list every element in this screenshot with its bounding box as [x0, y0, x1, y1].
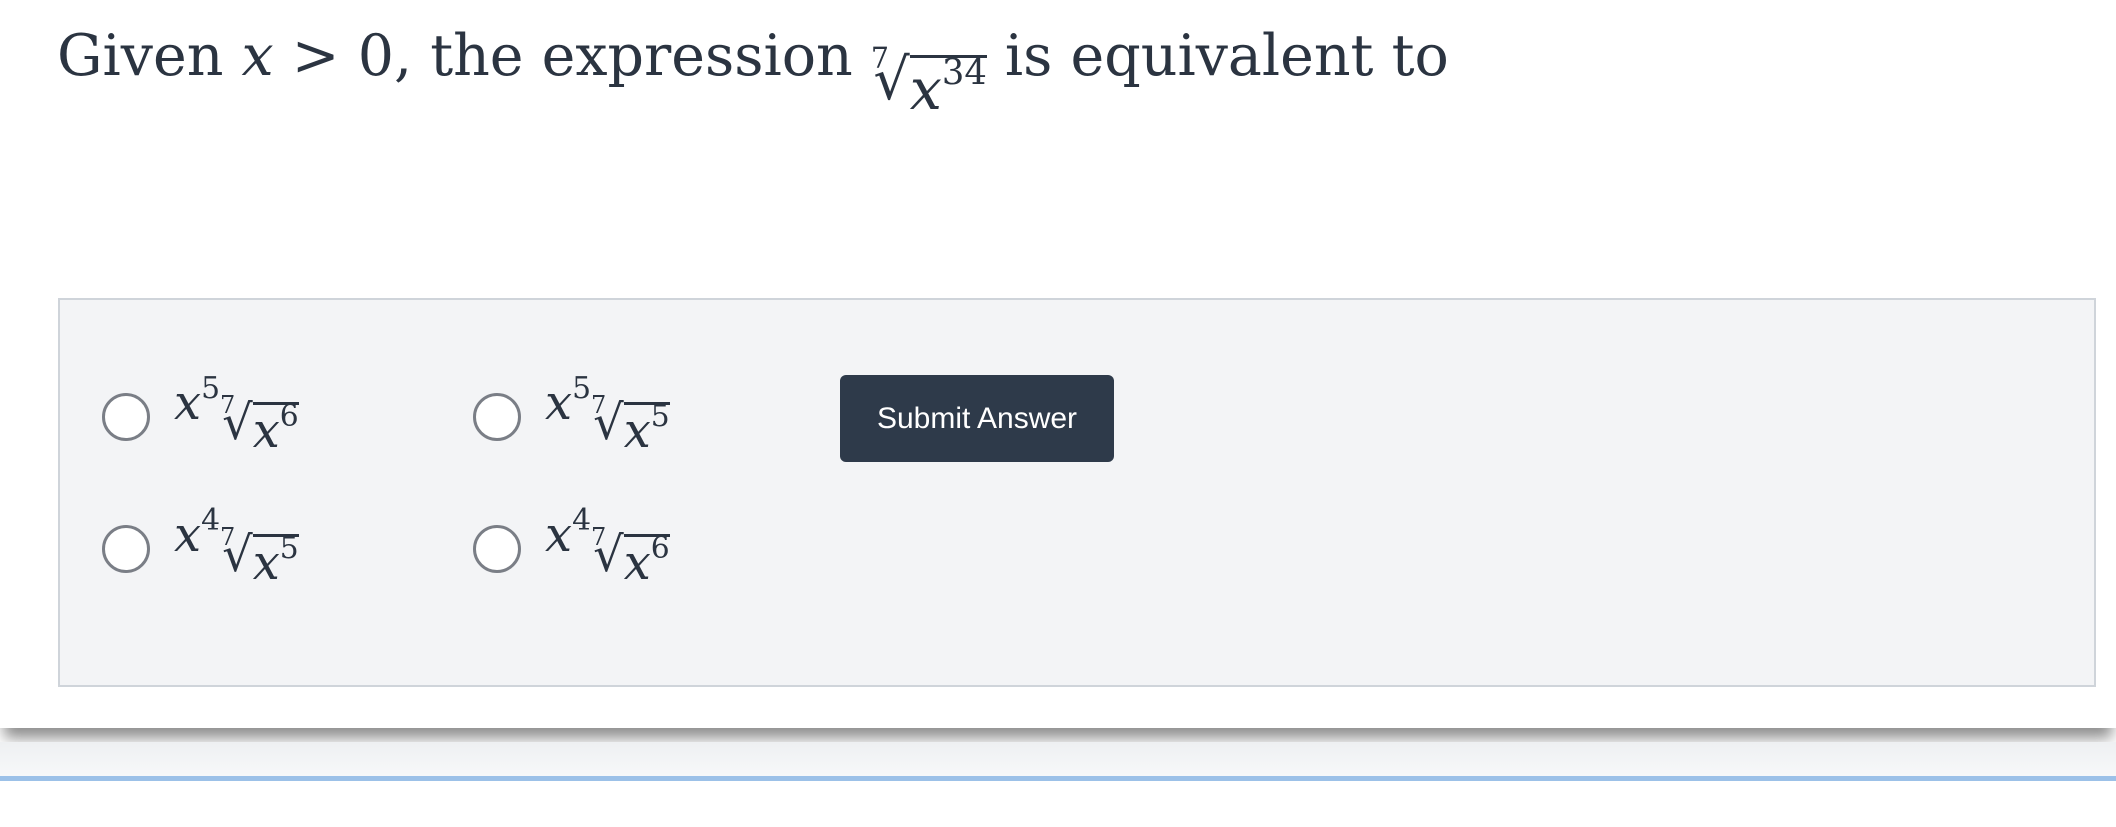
answer-option-3[interactable]: x4 7 √ x5	[102, 505, 299, 587]
radio-button[interactable]	[473, 524, 521, 573]
radicand-base: x	[252, 403, 280, 460]
option-label: x4 7 √ x6	[545, 505, 670, 587]
root-index: 7	[591, 523, 607, 551]
question-radical: 7 √ x34	[871, 44, 987, 119]
radicand-base: x	[252, 535, 280, 592]
radicand-base: x	[623, 535, 651, 592]
coefficient-base: x	[174, 507, 202, 563]
radicand: x6	[252, 398, 299, 455]
root-index: 7	[591, 391, 607, 419]
radicand-exponent: 6	[650, 530, 670, 566]
question-base: x	[909, 57, 942, 124]
option-radical: 7 √ x5	[591, 393, 670, 455]
page-divider-line	[0, 776, 2116, 781]
radio-button[interactable]	[102, 392, 150, 441]
option-radical: 7 √ x6	[591, 525, 670, 587]
radio-button[interactable]	[102, 524, 150, 573]
question-root-index: 7	[870, 41, 890, 75]
radicand: x6	[623, 530, 670, 587]
submit-answer-button[interactable]: Submit Answer	[840, 375, 1114, 462]
coefficient-exponent: 4	[201, 502, 221, 538]
coefficient-base: x	[545, 507, 573, 563]
question-variable: x	[241, 23, 274, 89]
question-middle: , the expression	[393, 23, 871, 89]
coefficient-base: x	[174, 375, 202, 431]
question-exponent: 34	[941, 51, 987, 93]
option-label: x5 7 √ x5	[545, 373, 670, 455]
answer-option-2[interactable]: x5 7 √ x5	[473, 373, 670, 455]
page-background-strip	[0, 742, 2116, 776]
coefficient-exponent: 5	[201, 370, 221, 406]
question-card: Given x > 0, the expression 7 √ x34 is equ…	[0, 0, 2116, 728]
root-index: 7	[220, 523, 236, 551]
question-lead: Given	[57, 23, 242, 89]
radicand-exponent: 5	[279, 530, 299, 566]
radicand: x5	[623, 398, 670, 455]
option-radical: 7 √ x5	[220, 525, 299, 587]
question-tail: is equivalent to	[986, 23, 1449, 89]
root-index: 7	[220, 391, 236, 419]
option-label: x5 7 √ x6	[174, 373, 299, 455]
option-radical: 7 √ x6	[220, 393, 299, 455]
question-zero: 0	[357, 23, 394, 89]
coefficient-exponent: 5	[572, 370, 592, 406]
answer-option-1[interactable]: x5 7 √ x6	[102, 373, 299, 455]
radicand-base: x	[623, 403, 651, 460]
answer-panel: x5 7 √ x6 x5 7 √ x5 x4 7 √ x5 x4 7 √ x6 Submit Answe…	[58, 298, 2096, 687]
radicand-exponent: 5	[650, 398, 670, 434]
answer-option-4[interactable]: x4 7 √ x6	[473, 505, 670, 587]
coefficient-exponent: 4	[572, 502, 592, 538]
radio-button[interactable]	[473, 392, 521, 441]
question-radicand: x34	[909, 51, 987, 119]
question-text: Given x > 0, the expression 7 √ x34 is equ…	[57, 28, 1449, 119]
radicand: x5	[252, 530, 299, 587]
coefficient-base: x	[545, 375, 573, 431]
option-label: x4 7 √ x5	[174, 505, 299, 587]
question-relation: >	[273, 23, 358, 89]
radicand-exponent: 6	[279, 398, 299, 434]
